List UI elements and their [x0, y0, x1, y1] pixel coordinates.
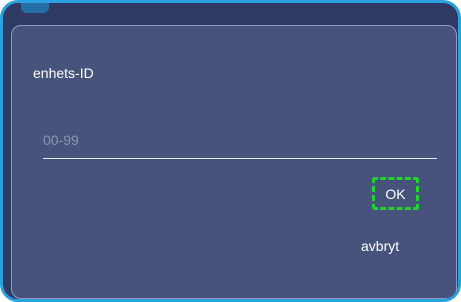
- frame-accent: [21, 3, 49, 13]
- cancel-button-label: avbryt: [361, 238, 400, 254]
- dialog-title: enhets-ID: [33, 65, 94, 81]
- ok-button-label: OK: [385, 185, 406, 202]
- device-id-input[interactable]: [43, 121, 437, 159]
- ok-button[interactable]: OK: [372, 177, 419, 210]
- device-screen-frame: enhets-ID OK avbryt: [0, 0, 461, 302]
- cancel-button[interactable]: avbryt: [357, 235, 403, 257]
